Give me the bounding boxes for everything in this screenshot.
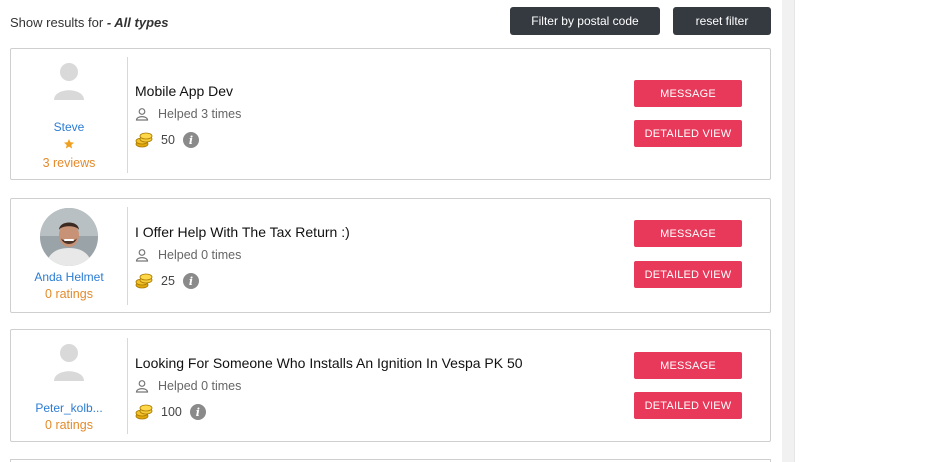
user-photo-icon [40, 208, 98, 266]
coin-amount: 100 [161, 405, 182, 419]
results-prefix: Show results for [10, 15, 104, 30]
divider [127, 57, 128, 173]
avatar[interactable] [40, 54, 98, 112]
reset-filter-button[interactable]: reset filter [673, 7, 771, 35]
divider [127, 338, 128, 434]
helped-text: Helped 3 times [158, 107, 242, 121]
coin-amount: 25 [161, 274, 175, 288]
user-column: Steve 3 reviews [11, 49, 127, 179]
listing-title: Mobile App Dev [135, 83, 234, 99]
coins-icon [135, 404, 153, 420]
helped-count: Helped 0 times [135, 379, 241, 393]
helped-text: Helped 0 times [158, 248, 242, 262]
person-icon [135, 249, 149, 262]
message-button[interactable]: MESSAGE [634, 220, 742, 247]
results-label: Show results for - All types [10, 15, 168, 30]
helped-count: Helped 0 times [135, 248, 241, 262]
coins-row: 50 i [135, 131, 199, 149]
message-button[interactable]: MESSAGE [634, 352, 742, 379]
user-placeholder-icon [54, 344, 84, 381]
user-column: Peter_kolb... 0 ratings [11, 330, 127, 441]
filter-bar: Show results for - All types Filter by p… [10, 7, 772, 35]
user-column: Anda Helmet 0 ratings [11, 199, 127, 312]
listing-title: Looking For Someone Who Installs An Igni… [135, 355, 523, 371]
listing-title: I Offer Help With The Tax Return :) [135, 224, 350, 240]
helped-count: Helped 3 times [135, 107, 241, 121]
avatar[interactable] [40, 335, 98, 393]
coins-icon [135, 132, 153, 148]
listing-card: Peter_kolb... 0 ratings Looking For Some… [10, 329, 771, 442]
user-name-link[interactable]: Peter_kolb... [11, 401, 127, 415]
helped-text: Helped 0 times [158, 379, 242, 393]
coins-row: 100 i [135, 403, 206, 421]
info-icon[interactable]: i [189, 404, 206, 420]
detailed-view-button[interactable]: DETAILED VIEW [634, 120, 742, 147]
user-rating[interactable]: 0 ratings [11, 418, 127, 432]
user-name-link[interactable]: Steve [11, 120, 127, 134]
user-placeholder-icon [54, 63, 84, 100]
coins-icon [135, 273, 153, 289]
message-button[interactable]: MESSAGE [634, 80, 742, 107]
coins-row: 25 i [135, 272, 199, 290]
person-icon [135, 380, 149, 393]
detailed-view-button[interactable]: DETAILED VIEW [634, 261, 742, 288]
user-rating[interactable]: 3 reviews [11, 156, 127, 170]
info-icon[interactable]: i [182, 132, 199, 148]
divider [127, 207, 128, 305]
coin-amount: 50 [161, 133, 175, 147]
info-icon[interactable]: i [182, 273, 199, 289]
user-name-link[interactable]: Anda Helmet [11, 270, 127, 284]
avatar[interactable] [40, 208, 98, 266]
side-panel [794, 0, 945, 462]
star-icon [64, 139, 74, 149]
results-type: - All types [106, 15, 169, 30]
filter-postal-code-button[interactable]: Filter by postal code [510, 7, 660, 35]
listing-card: Steve 3 reviews Mobile App Dev Helped 3 … [10, 48, 771, 180]
person-icon [135, 108, 149, 121]
results-panel: Show results for - All types Filter by p… [0, 0, 782, 462]
user-rating[interactable]: 0 ratings [11, 287, 127, 301]
scrollbar[interactable] [782, 0, 794, 462]
detailed-view-button[interactable]: DETAILED VIEW [634, 392, 742, 419]
listing-card: Anda Helmet 0 ratings I Offer Help With … [10, 198, 771, 313]
